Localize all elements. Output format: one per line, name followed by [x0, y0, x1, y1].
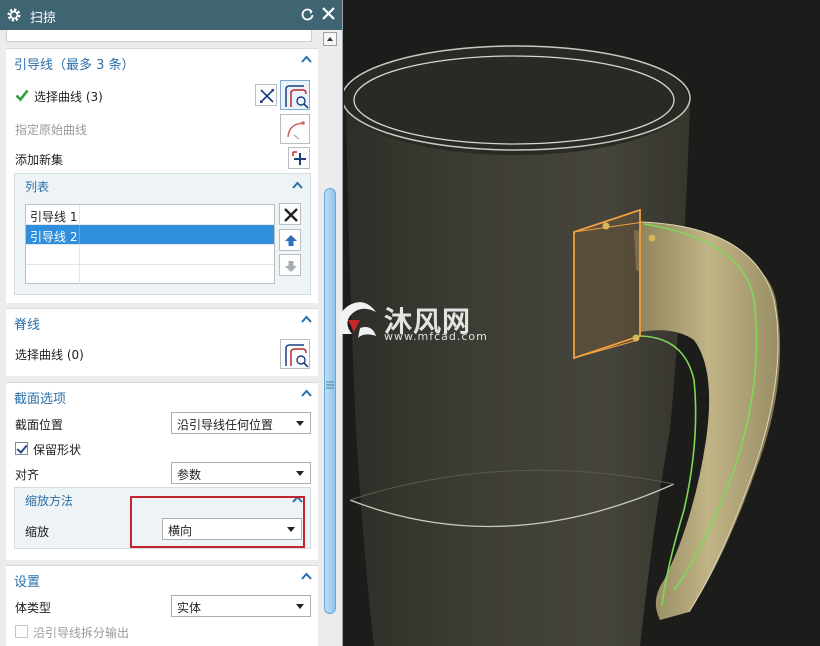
settings-caret-icon[interactable]: [301, 572, 312, 580]
table-row[interactable]: 引导线 1: [26, 205, 274, 225]
body-type-value: 实体: [177, 601, 202, 615]
align-value: 参数: [177, 468, 202, 482]
original-curve-button[interactable]: [280, 114, 310, 144]
mfcad-logo-icon: [337, 302, 376, 338]
original-curve-icon: [287, 121, 305, 140]
guide-list-table: 引导线 1 引导线 2: [25, 204, 275, 284]
move-down-button[interactable]: [279, 254, 301, 276]
guide-list-group: 列表 引导线 1 引导线 2: [14, 173, 311, 295]
specify-original-curve-label: 指定原始曲线: [15, 123, 88, 137]
add-set-icon: [292, 151, 306, 165]
chevron-down-icon: [296, 604, 304, 609]
body-type-dropdown[interactable]: 实体: [171, 595, 311, 617]
scroll-up-button[interactable]: [323, 32, 337, 46]
curve-select-icon: [285, 85, 309, 109]
guide-group-header[interactable]: 引导线（最多 3 条）: [14, 54, 135, 73]
section-options-header[interactable]: 截面选项: [14, 388, 66, 407]
scale-label: 缩放: [25, 525, 50, 539]
add-new-set-button[interactable]: [288, 147, 310, 169]
remove-item-button[interactable]: [279, 203, 301, 225]
highlight-annotation-box: [130, 496, 305, 548]
list-item-label: 引导线 1: [26, 205, 80, 224]
arrow-down-icon: [285, 261, 297, 272]
dialog-title: 扫掠: [30, 11, 57, 26]
curve-point: [632, 334, 640, 342]
section-options-caret-icon[interactable]: [301, 389, 312, 397]
curve-point: [602, 222, 610, 230]
watermark-url: www.mfcad.com: [384, 330, 488, 343]
list-item-label: 引导线 2: [26, 225, 80, 244]
arrow-up-icon: [285, 235, 297, 246]
empty-cell: [26, 265, 80, 284]
spine-collapse-caret-icon[interactable]: [301, 315, 312, 323]
scroll-grip-icon: [326, 381, 334, 389]
section-outline: [573, 208, 641, 360]
chevron-down-icon: [296, 421, 304, 426]
spine-curve-select-button[interactable]: [280, 339, 310, 369]
list-collapse-caret-icon[interactable]: [292, 181, 303, 189]
split-output-checkbox[interactable]: [15, 625, 28, 638]
reverse-direction-button[interactable]: [255, 84, 277, 106]
list-header[interactable]: 列表: [25, 178, 49, 195]
cup-inner-top: [344, 45, 688, 155]
keep-shape-checkbox[interactable]: [15, 442, 28, 455]
check-icon: [15, 89, 29, 102]
scaling-method-header[interactable]: 缩放方法: [25, 492, 73, 509]
curve-select-button[interactable]: [280, 80, 310, 110]
curve-point: [648, 234, 656, 242]
sweep-dialog: 扫掠 引导线（最多 3 条） 选择曲线 (3) 指定原始曲线 添加新集 列表 引…: [0, 0, 343, 646]
align-dropdown[interactable]: 参数: [171, 462, 311, 484]
scrollbar-thumb[interactable]: [324, 188, 336, 614]
table-row[interactable]: 引导线 2: [26, 225, 274, 245]
settings-header[interactable]: 设置: [14, 571, 40, 590]
empty-cell: [26, 245, 80, 264]
gear-icon[interactable]: [6, 7, 22, 23]
section-position-label: 截面位置: [15, 418, 64, 432]
align-label: 对齐: [15, 468, 40, 482]
table-row: [26, 245, 274, 265]
reset-icon[interactable]: [300, 7, 315, 22]
previous-section-remnant: [6, 30, 312, 42]
cup-body: [346, 92, 690, 646]
chevron-down-icon: [296, 471, 304, 476]
collapse-caret-icon[interactable]: [301, 55, 312, 63]
body-type-label: 体类型: [15, 601, 52, 615]
select-spine-curve-label[interactable]: 选择曲线 (0): [15, 346, 84, 363]
dialog-titlebar: 扫掠: [0, 0, 342, 30]
keep-shape-label: 保留形状: [33, 443, 82, 457]
spine-group: 脊线: [6, 308, 318, 376]
scroll-up-arrow-icon: [327, 37, 333, 41]
spine-group-header[interactable]: 脊线: [14, 314, 40, 333]
delete-x-icon: [284, 208, 298, 222]
section-position-dropdown[interactable]: 沿引导线任何位置: [171, 412, 311, 434]
split-output-label: 沿引导线拆分输出: [33, 626, 130, 640]
curve-select-icon: [285, 344, 309, 368]
select-guide-curve-label[interactable]: 选择曲线 (3): [34, 88, 103, 105]
section-position-value: 沿引导线任何位置: [177, 418, 274, 432]
add-new-set-label: 添加新集: [15, 153, 64, 167]
move-up-button[interactable]: [279, 229, 301, 251]
reverse-direction-icon: [260, 89, 274, 103]
close-icon[interactable]: [321, 6, 336, 21]
table-row: [26, 265, 274, 285]
